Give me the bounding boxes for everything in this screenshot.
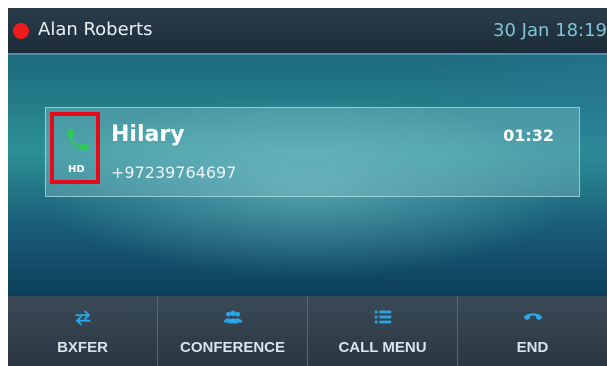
transfer-arrows-icon — [75, 310, 90, 326]
caller-name: Hilary — [111, 122, 185, 147]
end-label: END — [516, 339, 549, 356]
date-time: 30 Jan 18:19 — [493, 20, 607, 41]
user-name: Alan Roberts — [38, 19, 153, 40]
call-menu-label: CALL MENU — [338, 339, 427, 356]
status-bar: Alan Roberts 30 Jan 18:19 — [8, 8, 607, 55]
call-menu-softkey[interactable]: CALL MENU — [308, 296, 458, 366]
active-call-card[interactable]: HD Hilary +97239764697 01:32 — [45, 107, 580, 197]
conference-people-icon — [223, 310, 242, 324]
call-area: HD Hilary +97239764697 01:32 — [8, 55, 607, 296]
bxfer-label: BXFER — [57, 339, 108, 356]
menu-list-icon — [374, 310, 391, 324]
phone-handset-icon — [67, 129, 89, 151]
softkey-bar: BXFER CONFERENCE CALL MENU END — [8, 296, 607, 366]
call-icon-highlight: HD — [50, 112, 100, 184]
presence-status-dot — [13, 23, 29, 39]
end-call-softkey[interactable]: END — [458, 296, 607, 366]
phone-screen: Alan Roberts 30 Jan 18:19 HD Hilary +972… — [8, 8, 607, 366]
conference-softkey[interactable]: CONFERENCE — [158, 296, 308, 366]
conference-label: CONFERENCE — [179, 339, 285, 356]
caller-number: +97239764697 — [111, 163, 237, 182]
hd-audio-badge: HD — [68, 164, 85, 175]
bxfer-softkey[interactable]: BXFER — [8, 296, 158, 366]
call-timer: 01:32 — [503, 126, 554, 145]
hangup-icon — [523, 313, 542, 321]
